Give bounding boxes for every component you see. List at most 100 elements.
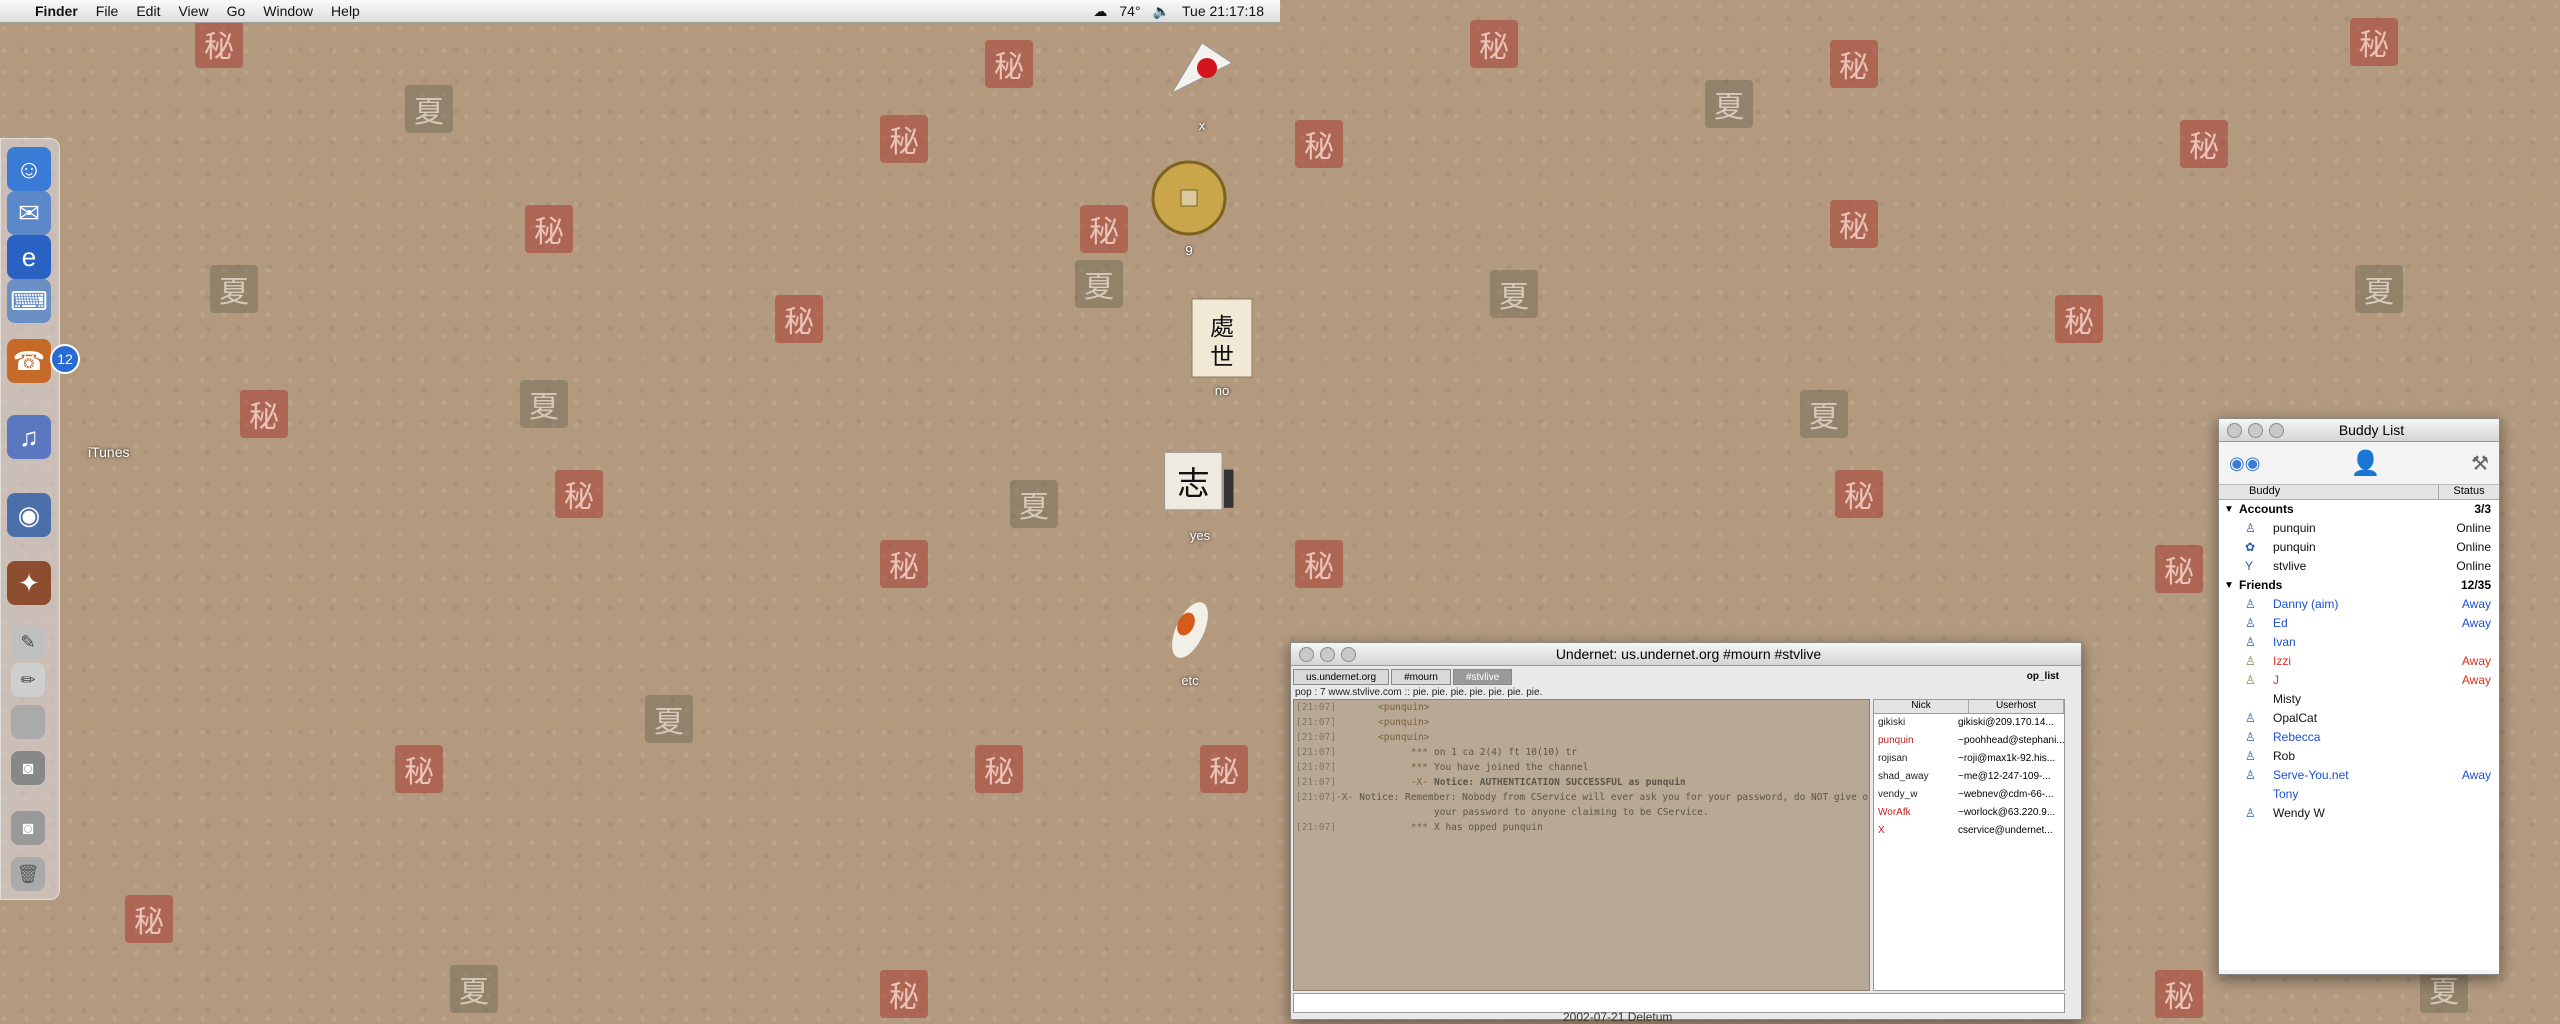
camera-alt-icon[interactable]: ◙: [11, 811, 45, 845]
group-friends[interactable]: ▼ Friends 12/35: [2219, 576, 2499, 595]
buddy-item[interactable]: ♙ OpalCat: [2219, 709, 2499, 728]
tab-stvlive[interactable]: #stvlive: [1452, 669, 1513, 685]
chat-line: [21:07] *** X has opped punquin: [1296, 822, 1543, 833]
desktop-icon-yes[interactable]: 志 yes: [1150, 440, 1250, 543]
buddy-column-header[interactable]: Buddy: [2219, 485, 2439, 499]
tools-icon[interactable]: ⚒: [2471, 451, 2489, 476]
wallpaper-seal: 秘: [1080, 205, 1128, 253]
menu-clock[interactable]: Tue 21:17:18: [1182, 3, 1264, 19]
textedit-icon[interactable]: ✎: [11, 625, 45, 659]
buddy-item[interactable]: ♙ Serve-You.net Away: [2219, 766, 2499, 785]
group-accounts[interactable]: ▼ Accounts 3/3: [2219, 500, 2499, 519]
buddy-icon: ✿: [2245, 540, 2256, 554]
chat-log[interactable]: [21:07] <punquin> [21:07] <punquin> [21:07…: [1293, 699, 1870, 991]
itunes-icon[interactable]: ♫: [7, 415, 51, 459]
nick-column-header[interactable]: Nick: [1874, 700, 1969, 713]
minimize-button[interactable]: [1320, 646, 1335, 662]
message-input[interactable]: [1293, 993, 2065, 1013]
buddy-item[interactable]: ♙ Wendy W: [2219, 804, 2499, 823]
mail-badge: 12: [50, 344, 80, 374]
buddy-item[interactable]: ♙ Izzi Away: [2219, 652, 2499, 671]
nick-list[interactable]: Nick Userhost gikiski gikiski@209.170.14.…: [1873, 699, 2065, 991]
tab-server[interactable]: us.undernet.org: [1293, 669, 1390, 685]
close-button[interactable]: [2227, 422, 2242, 438]
close-button[interactable]: [1299, 646, 1314, 662]
volume-icon[interactable]: 🔈: [1153, 3, 1170, 20]
chat-line: your password to anyone claiming to be C…: [1434, 807, 1709, 818]
internet-explorer-icon[interactable]: e: [7, 235, 51, 279]
buddy-item[interactable]: Ystvlive Online: [2219, 557, 2499, 576]
buddy-item[interactable]: ✿ punquin Online: [2219, 538, 2499, 557]
nick-row[interactable]: punquin ~poohhead@stephani...: [1874, 732, 2064, 750]
wallpaper-seal: 秘: [1295, 120, 1343, 168]
zoom-button[interactable]: [2269, 422, 2284, 438]
zoom-button[interactable]: [1341, 646, 1356, 662]
buddy-icon: ♙: [2245, 768, 2256, 782]
nick-row[interactable]: shad_away ~me@12-247-109-...: [1874, 768, 2064, 786]
disclosure-triangle-icon[interactable]: ▼: [2219, 576, 2239, 595]
buddy-item[interactable]: ♙ Rebecca: [2219, 728, 2499, 747]
quicktime-icon[interactable]: ◉: [7, 493, 51, 537]
wallpaper-seal: 秘: [555, 470, 603, 518]
chat-line: [21:07] <punquin>: [1296, 717, 1430, 728]
desktop-icon-x[interactable]: x: [1152, 30, 1252, 133]
disclosure-triangle-icon[interactable]: ▼: [2219, 500, 2239, 519]
wallpaper-seal: 秘: [195, 20, 243, 68]
desktop-icon-etc[interactable]: etc: [1140, 585, 1240, 688]
menu-edit[interactable]: Edit: [127, 3, 169, 19]
minimize-button[interactable]: [2248, 422, 2263, 438]
wallpaper-seal: 夏: [450, 965, 498, 1013]
irc-titlebar[interactable]: Undernet: us.undernet.org #mourn #stvliv…: [1291, 643, 2081, 666]
nick-row[interactable]: Xcservice@undernet...: [1874, 822, 2064, 840]
camera-icon[interactable]: ◙: [11, 751, 45, 785]
mail-icon[interactable]: ✉: [7, 191, 51, 235]
menu-app-finder[interactable]: Finder: [26, 3, 87, 19]
nick-row[interactable]: vendy_w ~webnev@cdm-66-...: [1874, 786, 2064, 804]
ical-icon[interactable]: ☎: [7, 339, 51, 383]
finder-icon[interactable]: ☺: [7, 147, 51, 191]
buddy-icon: ♙: [2245, 730, 2256, 744]
wallpaper-seal: 秘: [395, 745, 443, 793]
nick-row[interactable]: gikiski gikiski@209.170.14...: [1874, 714, 2064, 732]
weather-icon[interactable]: ☁: [1093, 3, 1107, 20]
buddy-columns: Buddy Status: [2219, 485, 2499, 500]
userhost-column-header[interactable]: Userhost: [1969, 700, 2064, 713]
buddy-item[interactable]: ♙ Ed Away: [2219, 614, 2499, 633]
chat-line: [21:07] *** You have joined the channel: [1296, 762, 1589, 773]
nick-row[interactable]: rojisan ~roji@max1k-92.his...: [1874, 750, 2064, 768]
tab-mourn[interactable]: #mourn: [1391, 669, 1451, 685]
wallpaper-seal: 秘: [2180, 120, 2228, 168]
menu-extras: ☁ 74° 🔈 Tue 21:17:18: [1093, 3, 1280, 20]
irc-window-title: Undernet: us.undernet.org #mourn #stvliv…: [1555, 646, 1822, 662]
desktop-icon-9[interactable]: 9: [1139, 155, 1239, 258]
apple-icon[interactable]: [11, 705, 45, 739]
status-toggle-icon[interactable]: ◉◉: [2229, 453, 2260, 474]
buddy-titlebar[interactable]: Buddy List: [2219, 419, 2499, 442]
buddy-info-icon[interactable]: 👤: [2351, 449, 2381, 478]
buddy-item[interactable]: Tony: [2219, 785, 2499, 804]
buddy-item[interactable]: ♙ Danny (aim) Away: [2219, 595, 2499, 614]
menu-help[interactable]: Help: [322, 3, 369, 19]
status-column-header[interactable]: Status: [2439, 485, 2499, 499]
op-list-button[interactable]: op_list: [2027, 671, 2059, 682]
nick-row[interactable]: WorAfk ~worlock@63.220.9...: [1874, 804, 2064, 822]
buddy-item[interactable]: ♙ Ivan: [2219, 633, 2499, 652]
wallpaper-seal: 秘: [985, 40, 1033, 88]
menu-window[interactable]: Window: [254, 3, 322, 19]
buddy-icon: ♙: [2245, 521, 2256, 535]
pencil-icon[interactable]: ✏: [11, 663, 45, 697]
menu-file[interactable]: File: [87, 3, 128, 19]
buddy-item[interactable]: Misty: [2219, 690, 2499, 709]
fire-icon[interactable]: ✦: [7, 561, 51, 605]
wallpaper-seal: 夏: [1705, 80, 1753, 128]
buddy-item[interactable]: ♙ J Away: [2219, 671, 2499, 690]
menu-go[interactable]: Go: [218, 3, 255, 19]
trash-icon[interactable]: 🗑: [11, 857, 45, 891]
desktop-icon-no[interactable]: 處世 no: [1172, 295, 1272, 398]
terminal-icon[interactable]: ⌨: [7, 279, 51, 323]
buddy-list[interactable]: ▼ Accounts 3/3 ♙ punquin Online ✿ punquin On…: [2219, 500, 2499, 970]
buddy-item[interactable]: ♙ Rob: [2219, 747, 2499, 766]
menu-view[interactable]: View: [169, 3, 217, 19]
irc-tabs: us.undernet.org #mourn #stvlive: [1293, 669, 1513, 685]
buddy-item[interactable]: ♙ punquin Online: [2219, 519, 2499, 538]
